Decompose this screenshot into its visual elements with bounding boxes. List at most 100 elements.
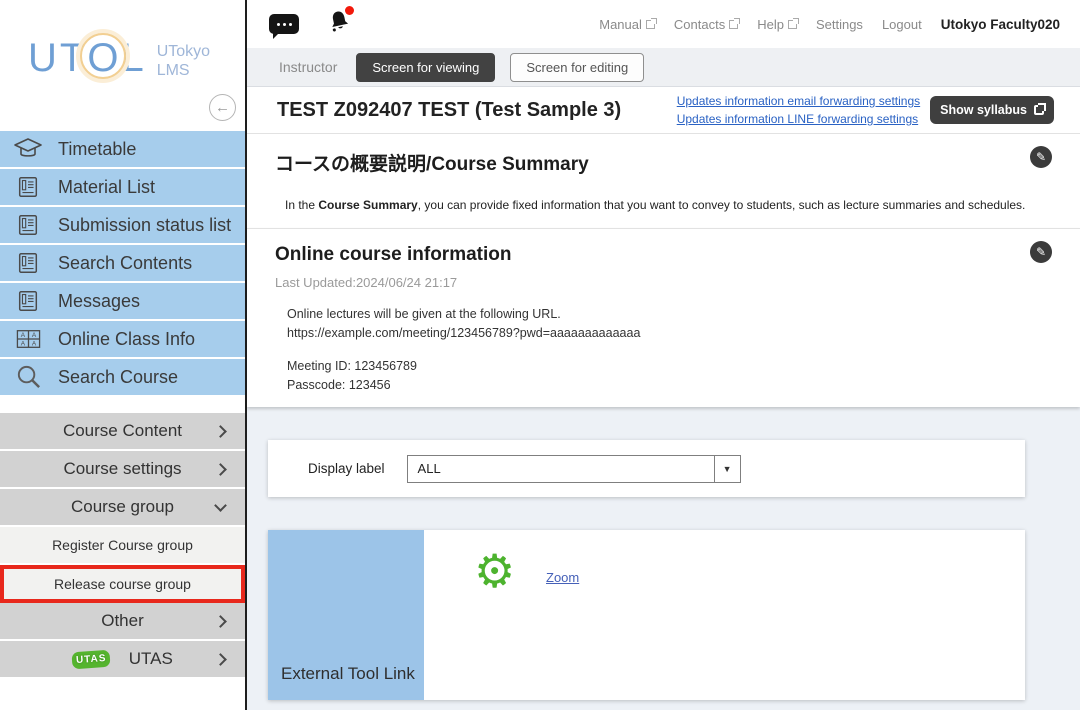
submenu-label: Release course group [54,576,191,592]
top-bar: Manual Contacts Help Settings Logout Uto… [247,0,1080,48]
submenu-release-course-group[interactable]: Release course group [0,565,245,603]
external-link-icon [1034,105,1044,115]
sidebar-item-messages[interactable]: Messages [0,283,245,321]
sidebar-collapse-button[interactable]: ← [209,94,236,121]
graduation-cap-icon [13,137,43,161]
online-info-line1: Online lectures will be given at the fol… [287,305,1052,324]
utol-logo: UTOL UTokyo LMS [28,38,210,80]
help-link-label: Help [757,17,784,32]
external-tool-card: External Tool Link ⚙ Zoom [268,530,1025,700]
submenu-register-course-group[interactable]: Register Course group [0,527,245,565]
sidebar-item-search-course[interactable]: Search Course [0,359,245,397]
sidebar: UTOL UTokyo LMS ← Timetable Material Lis… [0,0,245,710]
utas-logo-icon: UTAS [72,649,112,669]
sidebar-item-material-list[interactable]: Material List [0,169,245,207]
edit-online-info-button[interactable]: ✎ [1030,241,1052,263]
pencil-icon: ✎ [1036,245,1046,259]
help-link[interactable]: Help [757,17,797,32]
display-label-text: Display label [308,461,385,476]
menu-label: Other [101,611,144,631]
gear-icon: ⚙ [474,548,515,594]
screen-for-editing-button[interactable]: Screen for editing [510,53,644,82]
utol-logo-subtext: UTokyo LMS [157,38,210,80]
notifications-bell[interactable] [327,9,352,40]
menu-other[interactable]: Other [0,603,245,641]
utol-logo-text: UTOL [28,38,147,78]
document-list-icon [13,213,43,237]
document-list-icon [13,289,43,313]
contacts-link-label: Contacts [674,17,725,32]
notification-dot [345,6,354,15]
document-list-icon [13,251,43,275]
svg-text:A: A [31,340,36,347]
sidebar-item-search-contents[interactable]: Search Contents [0,245,245,283]
pencil-icon: ✎ [1036,150,1046,164]
manual-link[interactable]: Manual [599,17,655,32]
online-info-body: Online lectures will be given at the fol… [275,305,1052,396]
role-label: Instructor [279,59,337,75]
zoom-tool-link[interactable]: Zoom [546,570,579,585]
sidebar-item-label: Search Contents [58,253,192,274]
svg-text:A: A [31,332,36,339]
meeting-id: Meeting ID: 123456789 [287,357,1052,376]
sidebar-item-label: Online Class Info [58,329,195,350]
last-updated-text: Last Updated:2024/06/24 21:17 [275,275,1052,290]
summary-text-prefix: In the [285,198,318,212]
online-info-heading: Online course information [275,244,1052,266]
menu-label: Course Content [63,421,182,441]
sidebar-spacer [0,397,245,413]
settings-link[interactable]: Settings [816,17,863,32]
external-link-icon [646,20,655,29]
external-tool-panel: External Tool Link [268,530,424,700]
summary-text-suffix: , you can provide fixed information that… [418,198,1026,212]
display-label-card: Display label ALL ▼ [268,440,1025,497]
logout-link[interactable]: Logout [882,17,922,32]
chevron-right-icon [214,615,227,628]
summary-text-bold: Course Summary [318,198,417,212]
external-link-icon [788,20,797,29]
messages-bubble-icon[interactable] [269,14,299,34]
course-summary-heading: コースの概要説明/Course Summary [275,149,1052,176]
course-summary-text: In the Course Summary, you can provide f… [275,198,1052,212]
external-link-icon [729,20,738,29]
logo-sub-bottom: LMS [157,61,210,80]
contacts-link[interactable]: Contacts [674,17,738,32]
show-syllabus-button[interactable]: Show syllabus [930,96,1054,124]
screen-for-viewing-button[interactable]: Screen for viewing [356,53,495,82]
sidebar-item-timetable[interactable]: Timetable [0,131,245,169]
sidebar-item-online-class-info[interactable]: AAAA Online Class Info [0,321,245,359]
meeting-details: Meeting ID: 123456789 Passcode: 123456 [287,357,1052,396]
sidebar-item-label: Timetable [58,139,136,160]
menu-course-settings[interactable]: Course settings [0,451,245,489]
sidebar-item-submission-status[interactable]: Submission status list [0,207,245,245]
menu-label: UTAS [129,649,173,669]
top-links: Manual Contacts Help Settings Logout Uto… [599,17,1060,32]
view-mode-bar: Instructor Screen for viewing Screen for… [247,48,1080,87]
manual-link-label: Manual [599,17,642,32]
online-course-info-section: Online course information ✎ Last Updated… [247,228,1080,407]
svg-text:A: A [20,332,25,339]
user-name: Utokyo Faculty020 [941,17,1060,32]
menu-utas[interactable]: UTAS UTAS [0,641,245,679]
main-content: Manual Contacts Help Settings Logout Uto… [245,0,1080,710]
dropdown-arrow-icon[interactable]: ▼ [714,456,740,482]
line-forwarding-settings-link[interactable]: Updates information LINE forwarding sett… [677,112,918,126]
menu-course-group[interactable]: Course group [0,489,245,527]
search-icon [13,363,43,392]
forwarding-links: Updates information email forwarding set… [677,94,920,126]
menu-label: Course group [71,497,174,517]
display-label-select[interactable]: ALL ▼ [407,455,741,483]
email-forwarding-settings-link[interactable]: Updates information email forwarding set… [677,94,920,108]
sidebar-item-label: Submission status list [58,215,231,236]
course-summary-section: コースの概要説明/Course Summary ✎ In the Course … [247,133,1080,228]
svg-text:A: A [20,340,25,347]
edit-summary-button[interactable]: ✎ [1030,146,1052,168]
sidebar-item-label: Material List [58,177,155,198]
menu-course-content[interactable]: Course Content [0,413,245,451]
document-list-icon [13,175,43,199]
sidebar-item-label: Messages [58,291,140,312]
logo-sub-top: UTokyo [157,42,210,61]
show-syllabus-label: Show syllabus [940,103,1027,117]
menu-label: Course settings [63,459,181,479]
chevron-down-icon [214,499,227,512]
